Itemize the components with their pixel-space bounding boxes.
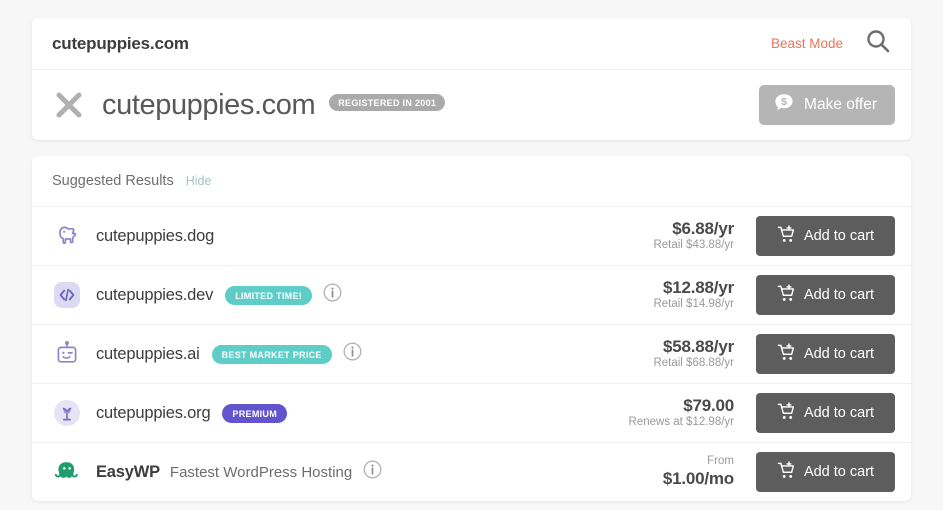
- status-badge: BEST MARKET PRICE: [211, 344, 332, 364]
- domain-name: cutepuppies.com: [102, 88, 316, 121]
- row-domain-name: cutepuppies.org: [96, 403, 211, 422]
- beast-mode-link[interactable]: Beast Mode: [771, 36, 843, 51]
- row-domain-name: cutepuppies.dog: [96, 226, 215, 245]
- domain-header-row: cutepuppies.com REGISTERED IN 2001 $ Mak…: [32, 70, 911, 140]
- table-row[interactable]: EasyWP Fastest WordPress Hosting From $1…: [32, 442, 911, 501]
- add-to-cart-label: Add to cart: [803, 346, 875, 362]
- registered-badge: REGISTERED IN 2001: [329, 93, 446, 111]
- price-block: From $1.00/mo: [663, 455, 756, 489]
- suggested-results-title: Suggested Results: [52, 173, 174, 189]
- table-row[interactable]: cutepuppies.dog $6.88/yr Retail $43.88/y…: [32, 206, 911, 265]
- hide-results-link[interactable]: Hide: [186, 174, 212, 188]
- info-icon[interactable]: [343, 342, 362, 366]
- domain-summary-card: cutepuppies.com Beast Mode cutepuppies.c…: [32, 18, 911, 140]
- add-to-cart-button[interactable]: Add to cart: [756, 275, 895, 315]
- add-to-cart-label: Add to cart: [803, 228, 875, 244]
- price-main: $6.88/yr: [672, 219, 734, 239]
- table-row[interactable]: cutepuppies.org PREMIUM $79.00 Renews at…: [32, 383, 911, 442]
- search-icon[interactable]: [865, 28, 891, 59]
- price-main: $12.88/yr: [663, 278, 734, 298]
- info-icon[interactable]: [323, 283, 342, 307]
- dog-icon: [52, 221, 82, 251]
- add-to-cart-label: Add to cart: [803, 405, 875, 421]
- status-badge: LIMITED TIME!: [225, 285, 313, 305]
- search-bar: cutepuppies.com Beast Mode: [32, 18, 911, 70]
- price-main: $58.88/yr: [663, 337, 734, 357]
- price-block: $12.88/yr Retail $14.98/yr: [653, 278, 756, 312]
- add-to-cart-button[interactable]: Add to cart: [756, 452, 895, 492]
- search-query-text[interactable]: cutepuppies.com: [52, 34, 771, 54]
- add-to-cart-button[interactable]: Add to cart: [756, 216, 895, 256]
- price-sub: Retail $14.98/yr: [653, 298, 734, 311]
- suggested-results-header: Suggested Results Hide: [32, 156, 911, 206]
- add-to-cart-button[interactable]: Add to cart: [756, 393, 895, 433]
- page-root: cutepuppies.com Beast Mode cutepuppies.c…: [0, 0, 943, 510]
- make-offer-label: Make offer: [804, 96, 877, 113]
- price-block: $58.88/yr Retail $68.88/yr: [653, 337, 756, 371]
- cart-plus-icon: [777, 342, 796, 366]
- svg-text:$: $: [781, 96, 787, 108]
- row-domain-name: cutepuppies.ai: [96, 344, 200, 363]
- price-sub: Renews at $12.98/yr: [628, 416, 734, 429]
- price-block: $6.88/yr Retail $43.88/yr: [653, 219, 756, 253]
- info-icon[interactable]: [363, 460, 382, 484]
- cart-plus-icon: [777, 224, 796, 248]
- octopus-icon: [52, 457, 82, 487]
- suggested-results-card: Suggested Results Hide cutepuppies.dog $…: [32, 156, 911, 501]
- close-x-icon[interactable]: [52, 88, 86, 122]
- table-row[interactable]: cutepuppies.dev LIMITED TIME! $12.88/yr …: [32, 265, 911, 324]
- price-sub: Retail $43.88/yr: [653, 239, 734, 252]
- dollar-bubble-icon: $: [773, 92, 795, 119]
- table-row[interactable]: cutepuppies.ai BEST MARKET PRICE $58.88/…: [32, 324, 911, 383]
- plant-icon: [52, 398, 82, 428]
- price-prefix: From: [707, 455, 734, 468]
- cart-plus-icon: [777, 401, 796, 425]
- cart-plus-icon: [777, 283, 796, 307]
- price-sub: Retail $68.88/yr: [653, 357, 734, 370]
- make-offer-button[interactable]: $ Make offer: [759, 85, 895, 125]
- code-icon: [52, 280, 82, 310]
- price-main: $79.00: [683, 396, 734, 416]
- status-badge: PREMIUM: [222, 403, 288, 423]
- add-to-cart-button[interactable]: Add to cart: [756, 334, 895, 374]
- row-domain-name: cutepuppies.dev: [96, 285, 214, 304]
- robot-icon: [52, 339, 82, 369]
- row-brand-name: EasyWP: [96, 462, 160, 481]
- price-block: $79.00 Renews at $12.98/yr: [629, 396, 756, 430]
- price-main: $1.00/mo: [662, 468, 734, 488]
- row-tagline: Fastest WordPress Hosting: [169, 463, 353, 481]
- add-to-cart-label: Add to cart: [803, 464, 875, 480]
- add-to-cart-label: Add to cart: [803, 287, 875, 303]
- cart-plus-icon: [777, 460, 796, 484]
